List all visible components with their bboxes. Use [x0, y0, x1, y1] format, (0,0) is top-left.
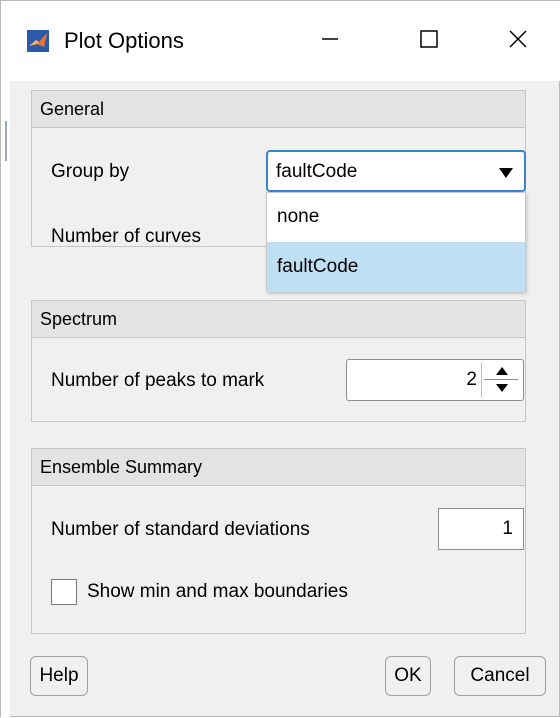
group-by-selected-value: faultCode: [276, 161, 358, 182]
general-panel-header: General: [32, 91, 525, 128]
background-mark: [5, 121, 7, 161]
minimize-button[interactable]: [301, 17, 359, 65]
group-by-options-list: none faultCode: [266, 192, 526, 292]
help-button[interactable]: Help: [30, 656, 88, 696]
spin-down-icon[interactable]: [488, 380, 516, 396]
min-max-boundaries-label[interactable]: Show min and max boundaries: [87, 581, 348, 603]
group-by-label: Group by: [51, 161, 130, 182]
maximize-button[interactable]: [400, 17, 458, 65]
standard-deviations-label: Number of standard deviations: [51, 519, 310, 540]
close-button[interactable]: [489, 17, 547, 65]
peaks-to-mark-value: 2: [466, 369, 477, 390]
cancel-button[interactable]: Cancel: [454, 656, 546, 696]
dropdown-arrow-icon: [498, 164, 514, 186]
spin-up-icon[interactable]: [488, 363, 516, 379]
spinner-arrows: [481, 363, 520, 397]
standard-deviations-value: 1: [502, 518, 513, 539]
peaks-to-mark-label: Number of peaks to mark: [51, 370, 265, 391]
close-icon: [508, 29, 528, 54]
title-bar[interactable]: Plot Options: [10, 1, 560, 81]
ensemble-summary-panel-header: Ensemble Summary: [32, 449, 525, 486]
spectrum-panel-header: Spectrum: [32, 301, 525, 338]
standard-deviations-field[interactable]: 1: [438, 508, 524, 550]
window-title: Plot Options: [64, 28, 184, 53]
number-of-curves-label: Number of curves: [51, 226, 201, 247]
option-none[interactable]: none: [267, 193, 525, 243]
group-by-dropdown[interactable]: faultCode: [266, 150, 526, 192]
maximize-icon: [419, 29, 439, 54]
plot-options-dialog: Plot Options General Group by Number of …: [0, 0, 560, 718]
option-faultcode[interactable]: faultCode: [267, 242, 525, 292]
background-window-edge: [1, 1, 10, 718]
matlab-logo-icon: [27, 30, 49, 52]
min-max-boundaries-checkbox[interactable]: [51, 579, 77, 605]
minimize-icon: [320, 29, 340, 54]
peaks-to-mark-spinner[interactable]: 2: [346, 359, 524, 401]
ok-button[interactable]: OK: [385, 656, 431, 696]
